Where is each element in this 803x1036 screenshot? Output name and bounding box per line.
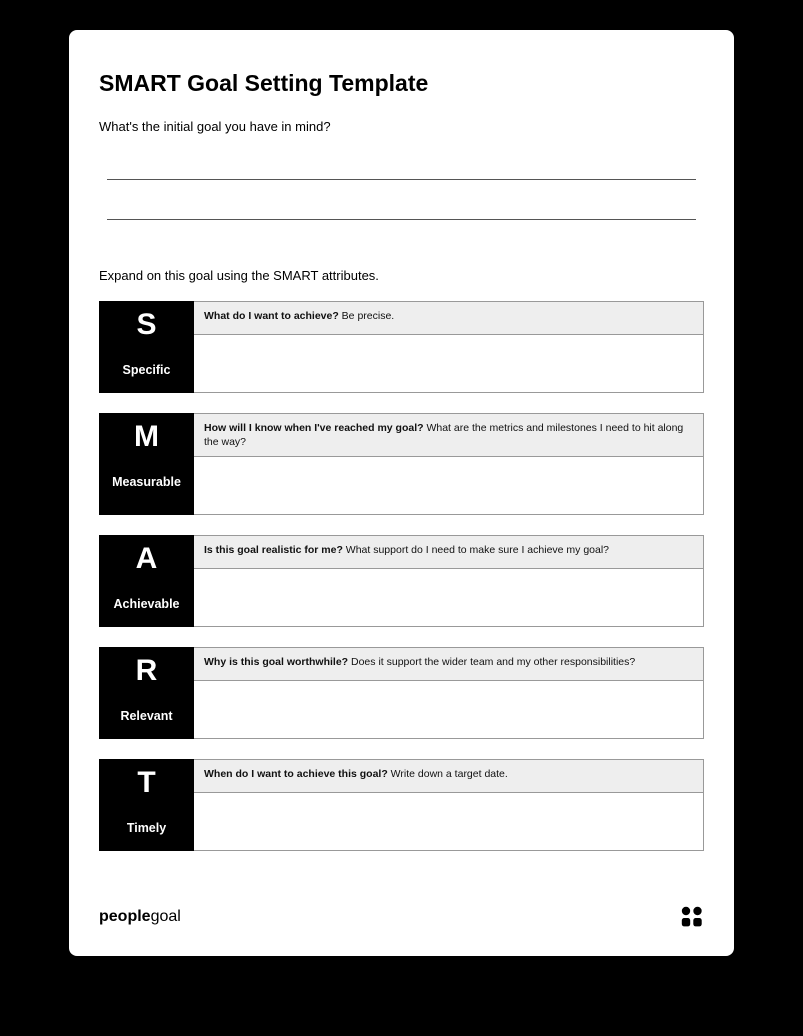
smart-label-relevant: R Relevant [99, 647, 194, 739]
smart-label-timely: T Timely [99, 759, 194, 851]
smart-word: Timely [99, 821, 194, 835]
smart-question-bold: When do I want to achieve this goal? [204, 768, 388, 780]
smart-question-bold: How will I know when I've reached my goa… [204, 422, 424, 434]
smart-letter: T [99, 767, 194, 799]
smart-row-timely: T Timely When do I want to achieve this … [99, 759, 704, 851]
brand-logo-text: peoplegoal [99, 908, 181, 926]
measurable-input[interactable] [194, 457, 704, 515]
brand-light: goal [151, 908, 181, 925]
initial-goal-line-2[interactable] [107, 204, 696, 220]
smart-question-bold: Is this goal realistic for me? [204, 544, 343, 556]
relevant-input[interactable] [194, 681, 704, 739]
smart-label-specific: S Specific [99, 301, 194, 393]
smart-body: How will I know when I've reached my goa… [194, 413, 704, 515]
smart-label-measurable: M Measurable [99, 413, 194, 515]
page-title: SMART Goal Setting Template [99, 70, 704, 97]
smart-word: Relevant [99, 709, 194, 723]
smart-question-rest: Does it support the wider team and my ot… [348, 656, 635, 668]
footer: peoplegoal [99, 871, 704, 928]
smart-word: Specific [99, 363, 194, 377]
smart-body: Why is this goal worthwhile? Does it sup… [194, 647, 704, 739]
smart-question: Is this goal realistic for me? What supp… [194, 535, 704, 569]
page: SMART Goal Setting Template What's the i… [69, 30, 734, 956]
smart-body: What do I want to achieve? Be precise. [194, 301, 704, 393]
initial-goal-line-1[interactable] [107, 164, 696, 180]
smart-row-relevant: R Relevant Why is this goal worthwhile? … [99, 647, 704, 739]
smart-question-rest: What support do I need to make sure I ac… [343, 544, 609, 556]
smart-question-bold: What do I want to achieve? [204, 310, 339, 322]
smart-row-measurable: M Measurable How will I know when I've r… [99, 413, 704, 515]
smart-question-rest: Be precise. [339, 310, 394, 322]
smart-question: Why is this goal worthwhile? Does it sup… [194, 647, 704, 681]
smart-question: How will I know when I've reached my goa… [194, 413, 704, 457]
smart-question: What do I want to achieve? Be precise. [194, 301, 704, 335]
smart-question-bold: Why is this goal worthwhile? [204, 656, 348, 668]
brand-bold: people [99, 908, 151, 925]
achievable-input[interactable] [194, 569, 704, 627]
smart-row-achievable: A Achievable Is this goal realistic for … [99, 535, 704, 627]
brand-logo-icon [680, 906, 704, 928]
smart-letter: A [99, 543, 194, 575]
initial-goal-prompt: What's the initial goal you have in mind… [99, 119, 704, 134]
smart-letter: R [99, 655, 194, 687]
smart-question-rest: Write down a target date. [388, 768, 508, 780]
expand-prompt: Expand on this goal using the SMART attr… [99, 268, 704, 283]
specific-input[interactable] [194, 335, 704, 393]
smart-body: When do I want to achieve this goal? Wri… [194, 759, 704, 851]
smart-word: Achievable [99, 597, 194, 611]
smart-word: Measurable [99, 475, 194, 489]
smart-label-achievable: A Achievable [99, 535, 194, 627]
smart-letter: S [99, 309, 194, 341]
timely-input[interactable] [194, 793, 704, 851]
smart-letter: M [99, 421, 194, 453]
smart-body: Is this goal realistic for me? What supp… [194, 535, 704, 627]
smart-question: When do I want to achieve this goal? Wri… [194, 759, 704, 793]
smart-row-specific: S Specific What do I want to achieve? Be… [99, 301, 704, 393]
